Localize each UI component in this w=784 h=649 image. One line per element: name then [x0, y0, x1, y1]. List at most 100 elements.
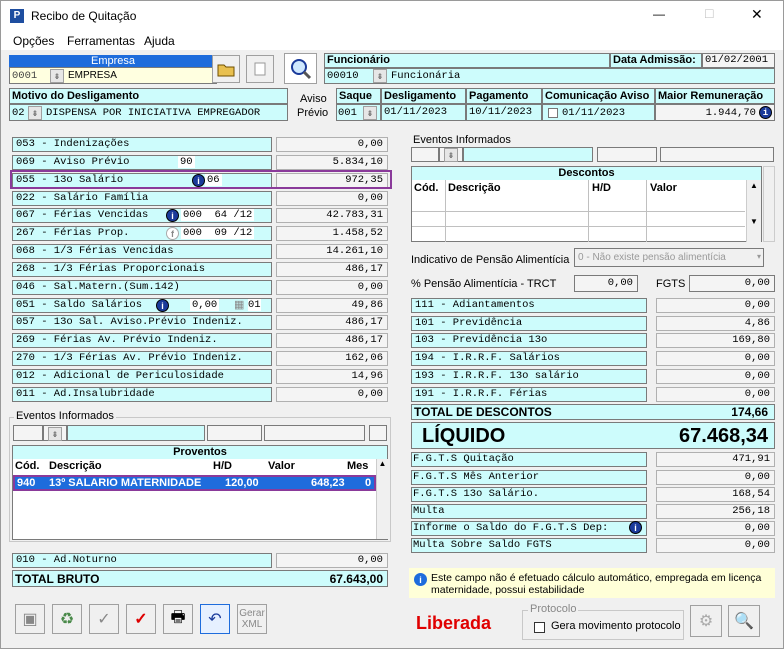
printer-icon: 🖶 [170, 608, 186, 626]
admissao-field[interactable]: 01/02/2001 [702, 53, 775, 68]
left-row-value: 14,96 [276, 369, 388, 384]
empresa-lookup-icon[interactable]: ⇟ [50, 69, 64, 83]
left-row-label: 051 - Saldo Salários [12, 298, 272, 313]
left-row-value: 0,00 [276, 191, 388, 206]
comunicacao-label: Comunicação Aviso [542, 88, 655, 104]
eventos-val-right[interactable] [660, 147, 774, 162]
saldo-dias[interactable]: 01 [248, 299, 261, 311]
motivo-field[interactable]: 02 ⇟ DISPENSA POR INICIATIVA EMPREGADOR [9, 104, 288, 121]
open-folder-button[interactable] [212, 55, 240, 83]
desconto-row-value: 169,80 [656, 333, 775, 348]
left-row-label: 270 - 1/3 Férias Av. Prévio Indeniz. [12, 351, 272, 366]
left-row-value: 162,06 [276, 351, 388, 366]
proventos-col-desc: Descrição [49, 460, 102, 472]
empresa-field[interactable]: 0001 ⇟ EMPRESA [9, 67, 217, 84]
left-row-extra[interactable]: 90 [178, 156, 195, 168]
left-row-value: 49,86 [276, 298, 388, 313]
delete-button[interactable]: ♻ [52, 604, 82, 634]
comunicacao-checkbox[interactable] [548, 108, 558, 118]
desconto-row-value: 0,00 [656, 298, 775, 313]
pensao-select[interactable]: 0 - Não existe pensão alimentícia ▾ [574, 248, 764, 267]
ferias-prop-info-icon[interactable]: f [166, 227, 179, 240]
pagamento-field[interactable]: 10/11/2023 [466, 104, 542, 121]
proventos-scrollbar[interactable]: ▲ [376, 459, 388, 539]
eventos-lookup-right[interactable]: ⇟ [439, 147, 463, 162]
fgts-label: FGTS [656, 278, 686, 290]
eventos-val-left[interactable] [264, 425, 365, 441]
row-info-icon[interactable]: i [156, 299, 169, 312]
print-button[interactable]: 🖶 [163, 604, 193, 634]
user-search-button[interactable]: 🔍 [728, 605, 760, 637]
descontos-grid-lines [412, 197, 745, 241]
funcionario-field[interactable]: 00010 ⇟ Funcionária [324, 68, 775, 84]
search-button[interactable] [284, 53, 317, 84]
close-button[interactable]: ✕ [751, 6, 763, 23]
eventos-code-left[interactable] [13, 425, 43, 441]
fgts-row-value: 168,54 [656, 487, 775, 502]
saque-field[interactable]: 001 ⇟ [336, 104, 381, 121]
left-row-extra[interactable]: 000 64 /12 [181, 209, 255, 221]
maior-field[interactable]: 1.944,70 i [655, 104, 775, 121]
confirm-button[interactable]: ✓ [89, 604, 119, 634]
descontos-scrollbar[interactable]: ▲ ▼ [746, 180, 761, 242]
protocolo-label: Protocolo [528, 603, 579, 615]
undo-button[interactable]: ↶ [200, 604, 230, 634]
left-row-value: 486,17 [276, 315, 388, 330]
fgts-row-label: F.G.T.S Quitação [411, 452, 647, 467]
desligamento-field[interactable]: 01/11/2023 [381, 104, 466, 121]
maximize-button[interactable]: □ [705, 5, 713, 21]
maior-info-icon[interactable]: i [759, 106, 772, 119]
descontos-vline-1 [445, 180, 446, 242]
pensao-dropdown-icon[interactable]: ▾ [757, 252, 761, 261]
desconto-row-label: 191 - I.R.R.F. Férias [411, 387, 647, 402]
left-row-value: 0,00 [276, 280, 388, 295]
menu-ferramentas[interactable]: Ferramentas [67, 34, 135, 48]
left-row-label: 269 - Férias Av. Prévio Indeniz. [12, 333, 272, 348]
fgts-row-label: Informe o Saldo do F.G.T.S Dep: [411, 521, 647, 536]
left-row-extra[interactable]: 0,00 [190, 299, 220, 311]
info-banner: i Este campo não é efetuado cálculo auto… [409, 568, 775, 598]
settings-button[interactable]: ⚙ [690, 605, 722, 637]
fgts-field[interactable]: 0,00 [689, 275, 775, 292]
protocolo-checkbox[interactable] [534, 622, 545, 633]
eventos-code-right[interactable] [411, 147, 439, 162]
funcionario-lookup-icon[interactable]: ⇟ [373, 69, 387, 83]
document-button[interactable] [246, 55, 274, 83]
funcionario-label: Funcionário [324, 53, 610, 68]
row-info-icon[interactable]: i [166, 209, 179, 222]
proventos-col-cod: Cód. [15, 460, 40, 472]
menu-ajuda[interactable]: Ajuda [144, 34, 175, 48]
left-row-extra[interactable]: 000 09 /12 [181, 227, 255, 239]
eventos-desc-left[interactable] [67, 425, 205, 441]
left-row-label: 022 - Salário Família [12, 191, 272, 206]
fgts-row-value: 471,91 [656, 452, 775, 467]
proventos-row-selected[interactable]: 940 13º SALARIO MATERNIDADE 120,00 648,2… [13, 475, 376, 491]
menu-opcoes[interactable]: Opções [13, 34, 54, 48]
saque-lookup-icon[interactable]: ⇟ [363, 106, 377, 120]
descontos-col-valor: Valor [650, 182, 677, 194]
user-search-icon: 🔍 [734, 613, 754, 630]
eventos-desc-right[interactable] [463, 147, 593, 162]
desconto-row-label: 194 - I.R.R.F. Salários [411, 351, 647, 366]
left-row-label: 057 - 13o Sal. Aviso.Prévio Indeniz. [12, 315, 272, 330]
left-row-label: 053 - Indenizações [12, 137, 272, 152]
left-row-value: 14.261,10 [276, 244, 388, 259]
fgts-row-value: 0,00 [656, 538, 775, 553]
motivo-lookup-icon[interactable]: ⇟ [28, 106, 42, 120]
pensao-pct-field[interactable]: 0,00 [574, 275, 638, 292]
save-button[interactable]: ▣ [15, 604, 45, 634]
pensao-pct-label: % Pensão Alimentícia - TRCT [411, 278, 557, 290]
info-icon: i [414, 573, 427, 586]
saldo-fgts-info-icon[interactable]: i [629, 521, 642, 534]
minimize-button[interactable]: — [653, 7, 665, 21]
gerar-xml-button[interactable]: Gerar XML [237, 604, 267, 634]
eventos-label-right: Eventos Informados [413, 134, 511, 146]
fgts-row-label: F.G.T.S 13o Salário. [411, 487, 647, 502]
eventos-lookup-left[interactable]: ⇟ [43, 425, 67, 441]
eventos-mes-left[interactable] [369, 425, 387, 441]
eventos-hd-right[interactable] [597, 147, 657, 162]
apply-button[interactable]: ✓ [126, 604, 156, 634]
comunicacao-field[interactable]: 01/11/2023 [542, 104, 655, 121]
calculator-icon[interactable]: ▦ [234, 298, 244, 311]
eventos-hd-left[interactable] [207, 425, 262, 441]
